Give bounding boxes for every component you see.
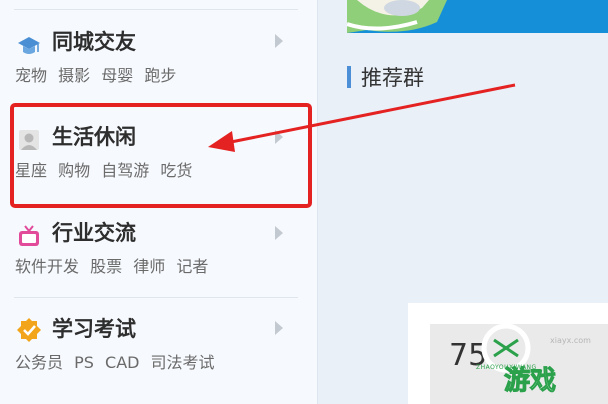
sub-link[interactable]: 软件开发	[15, 257, 79, 276]
category-subs: 宠物 摄影 母婴 跑步	[15, 66, 182, 86]
sub-link[interactable]: 公务员	[15, 353, 63, 372]
chevron-right-icon	[275, 226, 283, 240]
category-item-xuexi[interactable]: 学习考试 公务员 PS CAD 司法考试	[0, 297, 318, 393]
sub-link[interactable]: 记者	[176, 257, 208, 276]
sub-link[interactable]: 母婴	[101, 66, 133, 85]
category-subs: 公务员 PS CAD 司法考试	[15, 353, 221, 373]
sub-link[interactable]: 摄影	[58, 66, 90, 85]
category-item-hangye[interactable]: 行业交流 软件开发 股票 律师 记者	[0, 201, 318, 297]
section-heading: 推荐群	[347, 62, 424, 92]
watermark-text: 游戏	[503, 366, 557, 397]
annotation-highlight-box	[10, 103, 312, 208]
badge-check-icon	[17, 318, 41, 342]
chevron-right-icon	[275, 34, 283, 48]
watermark-url: xiayx.com	[550, 336, 591, 345]
sub-link[interactable]: 股票	[90, 257, 122, 276]
graduation-cap-icon	[18, 37, 40, 54]
divider	[14, 297, 298, 298]
sub-link[interactable]: 律师	[133, 257, 165, 276]
sub-link[interactable]: CAD	[105, 353, 139, 372]
sub-link[interactable]: 跑步	[144, 66, 176, 85]
category-title: 学习考试	[52, 317, 136, 341]
sub-link[interactable]: 宠物	[15, 66, 47, 85]
category-subs: 软件开发 股票 律师 记者	[15, 257, 214, 277]
category-title: 行业交流	[52, 221, 136, 245]
sub-link[interactable]: 司法考试	[151, 353, 215, 372]
divider	[14, 9, 298, 10]
category-item-tongcheng[interactable]: 同城交友 宠物 摄影 母婴 跑步	[0, 9, 318, 105]
map-banner[interactable]	[347, 0, 608, 33]
sub-link[interactable]: PS	[74, 353, 94, 372]
section-title: 推荐群	[361, 66, 424, 90]
chevron-right-icon	[275, 321, 283, 335]
map-banner-graphic	[347, 0, 608, 33]
section-accent-bar	[347, 66, 351, 88]
tv-icon	[19, 225, 39, 246]
category-title: 同城交友	[52, 30, 136, 54]
